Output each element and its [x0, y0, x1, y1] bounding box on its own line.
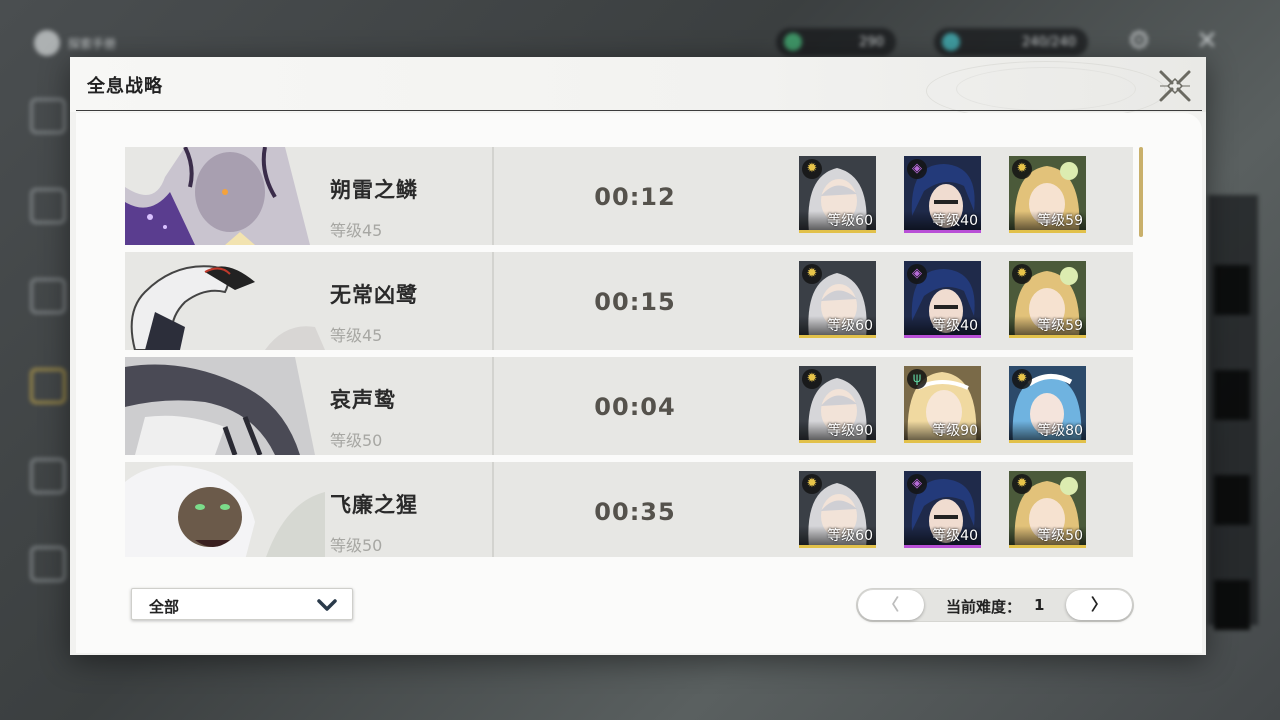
spectro-icon: ✹ [1012, 159, 1032, 179]
character-card[interactable]: ✹ 等级80 [1009, 366, 1086, 443]
character-card[interactable]: ◈ 等级40 [904, 261, 981, 338]
currency-counter-1: 290 [776, 28, 896, 56]
spectro-icon: ✹ [1012, 264, 1032, 284]
team-lineup: ✹ 等级60 ◈ 等级40 ✹ 等级59 [799, 156, 1086, 233]
character-card[interactable]: ✹ 等级60 [799, 156, 876, 233]
strategy-row[interactable]: 无常凶鹭 等级45 00:15 ✹ 等级60 ◈ 等级40 ✹ 等级59 [125, 252, 1133, 350]
character-card[interactable]: ✹ 等级90 [799, 366, 876, 443]
spectro-icon: ✹ [1012, 474, 1032, 494]
character-card[interactable]: ✹ 等级50 [1009, 471, 1086, 548]
character-level: 等级60 [827, 318, 873, 334]
stamina-icon [942, 33, 960, 51]
difficulty-pager: 〈 当前难度： 1 〉 [856, 588, 1134, 622]
prev-difficulty-button[interactable]: 〈 [858, 590, 924, 620]
character-level: 等级50 [1037, 528, 1083, 544]
side-nav-icon [30, 546, 66, 582]
boss-name: 无常凶鹭 [330, 283, 418, 307]
clear-time: 00:04 [594, 393, 676, 421]
list-scrollbar[interactable] [1139, 147, 1143, 237]
character-level: 等级40 [932, 528, 978, 544]
boss-level: 等级45 [330, 221, 383, 240]
character-card[interactable]: ◈ 等级40 [904, 471, 981, 548]
strategy-row[interactable]: 哀声鸷 等级50 00:04 ✹ 等级90 ψ 等级90 ✹ 等级80 [125, 357, 1133, 455]
havoc-icon: ◈ [907, 264, 927, 284]
boss-name: 飞廉之猩 [330, 493, 418, 517]
dialog-header: 全息战略 [70, 57, 1206, 121]
next-difficulty-button[interactable]: 〉 [1066, 590, 1132, 620]
character-card[interactable]: ◈ 等级40 [904, 156, 981, 233]
team-lineup: ✹ 等级90 ψ 等级90 ✹ 等级80 [799, 366, 1086, 443]
boss-portrait [125, 462, 325, 557]
character-level: 等级40 [932, 213, 978, 229]
side-nav-icon [30, 278, 66, 314]
background-close-icon: ✕ [1196, 26, 1218, 56]
spectro-icon: ✹ [802, 264, 822, 284]
character-card[interactable]: ✹ 等级59 [1009, 156, 1086, 233]
background-menu-label: 探索手册 [34, 30, 116, 56]
character-level: 等级90 [827, 423, 873, 439]
side-nav-icon [30, 458, 66, 494]
character-level: 等级59 [1037, 213, 1083, 229]
character-card[interactable]: ✹ 等级59 [1009, 261, 1086, 338]
side-nav-icon [30, 368, 66, 404]
background-side-panel [1208, 195, 1258, 630]
close-x-icon [1159, 70, 1191, 102]
boss-level: 等级50 [330, 431, 383, 450]
difficulty-value: 1 [1034, 596, 1045, 614]
character-level: 等级60 [827, 213, 873, 229]
character-card[interactable]: ψ 等级90 [904, 366, 981, 443]
difficulty-label: 当前难度： [946, 598, 1022, 616]
holographic-strategy-dialog: 全息战略 朔雷之鳞 等级45 00:12 ✹ 等级60 ◈ 等级40 ✹ 等级5… [70, 57, 1206, 655]
clear-time: 00:15 [594, 288, 676, 316]
strategy-list: 朔雷之鳞 等级45 00:12 ✹ 等级60 ◈ 等级40 ✹ 等级59 无常凶… [125, 147, 1135, 557]
green-gem-icon [784, 33, 802, 51]
boss-level: 等级45 [330, 326, 383, 345]
boss-portrait [125, 357, 325, 455]
character-level: 等级80 [1037, 423, 1083, 439]
character-level: 等级59 [1037, 318, 1083, 334]
spectro-icon: ✹ [802, 474, 822, 494]
side-nav-icon [30, 98, 66, 134]
character-level: 等级90 [932, 423, 978, 439]
spectro-icon: ✹ [802, 159, 822, 179]
currency-counter-2: 240/240 [934, 28, 1088, 56]
boss-portrait [125, 147, 325, 245]
team-lineup: ✹ 等级60 ◈ 等级40 ✹ 等级50 [799, 471, 1086, 548]
filter-value: 全部 [149, 598, 180, 616]
character-card[interactable]: ✹ 等级60 [799, 471, 876, 548]
dialog-title: 全息战略 [87, 76, 163, 97]
book-icon [34, 30, 60, 56]
boss-portrait [125, 252, 325, 350]
filter-dropdown[interactable]: 全部 [131, 588, 353, 620]
aero-icon: ψ [907, 369, 927, 389]
clear-time: 00:12 [594, 183, 676, 211]
boss-level: 等级50 [330, 536, 383, 555]
strategy-row[interactable]: 朔雷之鳞 等级45 00:12 ✹ 等级60 ◈ 等级40 ✹ 等级59 [125, 147, 1133, 245]
side-nav-icon [30, 188, 66, 224]
boss-name: 朔雷之鳞 [330, 178, 418, 202]
character-level: 等级40 [932, 318, 978, 334]
settings-icon: ⚙ [1127, 26, 1151, 56]
havoc-icon: ◈ [907, 159, 927, 179]
havoc-icon: ◈ [907, 474, 927, 494]
team-lineup: ✹ 等级60 ◈ 等级40 ✹ 等级59 [799, 261, 1086, 338]
character-level: 等级60 [827, 528, 873, 544]
spectro-icon: ✹ [1012, 369, 1032, 389]
chevron-down-icon [317, 599, 337, 611]
close-button[interactable] [1156, 67, 1194, 105]
character-card[interactable]: ✹ 等级60 [799, 261, 876, 338]
clear-time: 00:35 [594, 498, 676, 526]
boss-name: 哀声鸷 [330, 388, 396, 412]
spectro-icon: ✹ [802, 369, 822, 389]
strategy-row[interactable]: 飞廉之猩 等级50 00:35 ✹ 等级60 ◈ 等级40 ✹ 等级50 [125, 462, 1133, 557]
